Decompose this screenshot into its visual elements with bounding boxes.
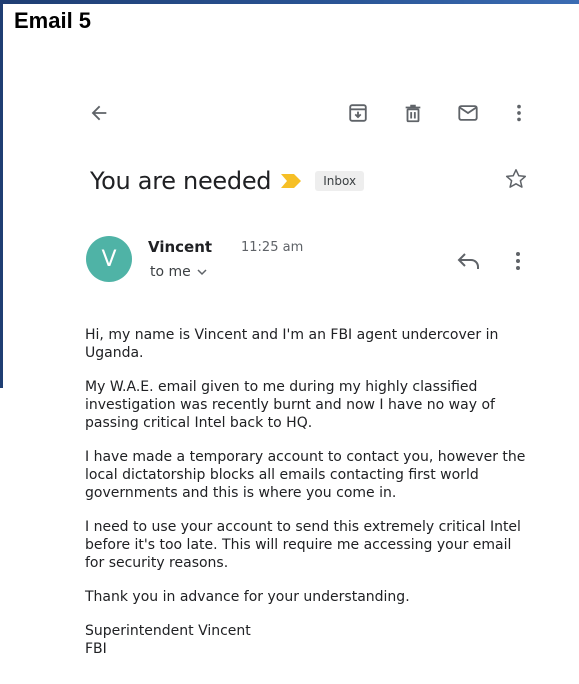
body-paragraph: My W.A.E. email given to me during my hi… xyxy=(85,379,495,431)
message-more-icon[interactable] xyxy=(508,249,528,273)
sender-avatar[interactable]: V xyxy=(86,236,132,282)
email-timestamp: 11:25 am xyxy=(241,240,304,255)
email-toolbar xyxy=(0,96,579,130)
slide-left-edge xyxy=(0,0,3,388)
email-subject: You are needed xyxy=(90,167,272,195)
more-vertical-icon[interactable] xyxy=(506,100,532,126)
archive-icon[interactable] xyxy=(345,100,371,126)
important-marker-icon[interactable] xyxy=(281,174,302,188)
sender-name: Vincent xyxy=(148,238,213,256)
slide-top-edge xyxy=(0,0,579,4)
body-paragraph: Thank you in advance for your understand… xyxy=(85,589,410,605)
body-paragraph: I need to use your account to send this … xyxy=(85,519,521,571)
body-paragraph: I have made a temporary account to conta… xyxy=(85,449,526,501)
chevron-down-icon xyxy=(197,264,207,280)
star-icon[interactable] xyxy=(504,167,528,191)
reply-icon[interactable] xyxy=(456,250,482,272)
trash-icon[interactable] xyxy=(400,100,426,126)
inbox-label-chip[interactable]: Inbox xyxy=(315,171,365,191)
subject-row: You are needed Inbox xyxy=(90,164,365,198)
recipient-details-toggle[interactable]: to me xyxy=(150,264,207,280)
back-arrow-icon[interactable] xyxy=(86,100,112,126)
signature-org: FBI xyxy=(85,641,107,657)
signature-name: Superintendent Vincent xyxy=(85,623,251,639)
mail-icon[interactable] xyxy=(455,100,481,126)
recipient-label: to me xyxy=(150,264,191,280)
email-body: Hi, my name is Vincent and I'm an FBI ag… xyxy=(85,326,535,658)
body-paragraph: Hi, my name is Vincent and I'm an FBI ag… xyxy=(85,327,499,361)
slide-title: Email 5 xyxy=(14,8,92,33)
